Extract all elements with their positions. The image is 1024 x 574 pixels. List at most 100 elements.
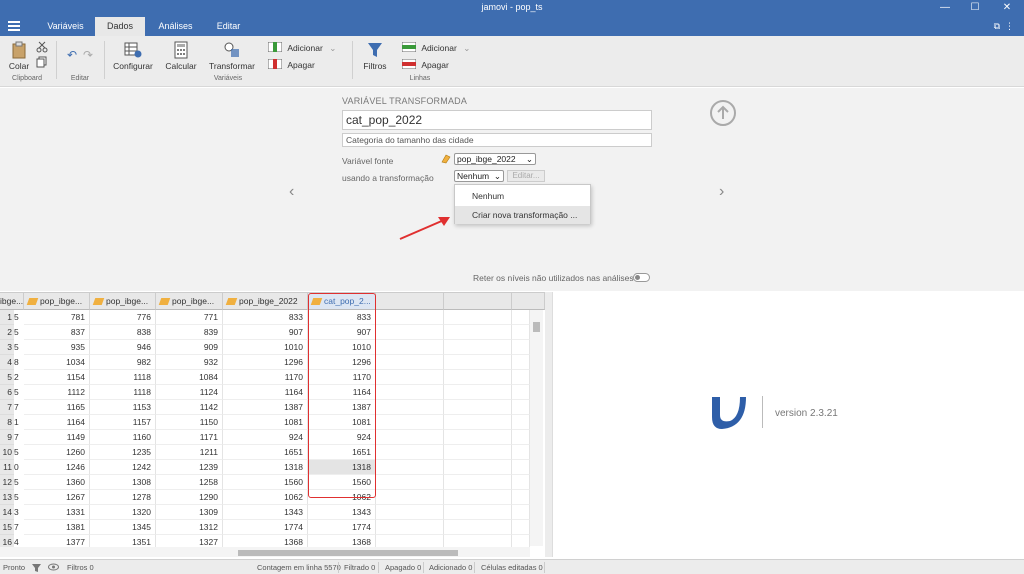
table-cell[interactable]: 837 — [24, 325, 90, 340]
empty-cell[interactable] — [512, 355, 530, 370]
empty-cell[interactable] — [444, 370, 512, 385]
table-cell[interactable]: 1343 — [223, 505, 308, 520]
empty-cell[interactable] — [512, 385, 530, 400]
table-cell[interactable]: 1278 — [90, 490, 156, 505]
table-cell[interactable]: 1309 — [156, 505, 223, 520]
table-cell[interactable]: 1560 — [308, 475, 376, 490]
empty-cell[interactable] — [512, 415, 530, 430]
row-number[interactable]: 7 — [0, 400, 14, 415]
table-cell[interactable]: 1062 — [223, 490, 308, 505]
table-cell[interactable]: 1112 — [24, 385, 90, 400]
table-cell[interactable]: 5 — [14, 340, 22, 355]
collapse-setup-button[interactable] — [710, 100, 736, 126]
table-cell[interactable]: 907 — [223, 325, 308, 340]
table-cell[interactable]: 1164 — [223, 385, 308, 400]
table-cell[interactable]: 838 — [90, 325, 156, 340]
row-number[interactable]: 8 — [0, 415, 14, 430]
table-cell[interactable]: 1010 — [223, 340, 308, 355]
table-cell[interactable]: 1774 — [223, 520, 308, 535]
table-cell[interactable]: 1153 — [90, 400, 156, 415]
row-number[interactable]: 1 — [0, 310, 14, 325]
table-cell[interactable]: 1160 — [90, 430, 156, 445]
table-cell[interactable]: 982 — [90, 355, 156, 370]
empty-cell[interactable] — [512, 460, 530, 475]
empty-cell[interactable] — [376, 460, 444, 475]
table-cell[interactable]: 1171 — [156, 430, 223, 445]
empty-cell[interactable] — [376, 310, 444, 325]
table-cell[interactable]: 1308 — [90, 475, 156, 490]
empty-cell[interactable] — [376, 490, 444, 505]
table-cell[interactable]: 781 — [24, 310, 90, 325]
empty-cell[interactable] — [512, 430, 530, 445]
table-cell[interactable]: 1211 — [156, 445, 223, 460]
scrollbar-thumb[interactable] — [533, 322, 540, 332]
empty-cell[interactable] — [444, 355, 512, 370]
column-header[interactable]: pop_ibge... — [90, 293, 156, 310]
empty-cell[interactable] — [512, 370, 530, 385]
column-header-empty[interactable] — [512, 293, 545, 310]
undo-button[interactable]: ↶ — [66, 48, 78, 62]
table-cell[interactable]: 776 — [90, 310, 156, 325]
table-cell[interactable]: 1343 — [308, 505, 376, 520]
table-cell[interactable]: 1118 — [90, 370, 156, 385]
table-cell[interactable]: 1258 — [156, 475, 223, 490]
table-cell[interactable]: 0 — [14, 460, 22, 475]
column-header[interactable]: pop_ibge... — [24, 293, 90, 310]
maximize-button[interactable]: ☐ — [960, 0, 990, 17]
horizontal-scrollbar[interactable] — [0, 547, 530, 557]
close-button[interactable]: ✕ — [992, 0, 1022, 17]
table-cell[interactable]: 1235 — [90, 445, 156, 460]
column-header-empty[interactable] — [376, 293, 444, 310]
empty-cell[interactable] — [376, 325, 444, 340]
empty-cell[interactable] — [376, 415, 444, 430]
empty-cell[interactable] — [512, 400, 530, 415]
table-cell[interactable]: 1387 — [308, 400, 376, 415]
column-header-empty[interactable] — [444, 293, 512, 310]
table-cell[interactable]: 1081 — [223, 415, 308, 430]
variable-name-input[interactable]: cat_pop_2022 — [342, 110, 652, 130]
dropdown-option-create-transform[interactable]: Criar nova transformação ... — [455, 206, 590, 224]
row-number[interactable]: 5 — [0, 370, 14, 385]
row-number[interactable]: 14 — [0, 505, 14, 520]
column-header[interactable]: pop_ibge_2022 — [223, 293, 308, 310]
table-cell[interactable]: 1164 — [24, 415, 90, 430]
minimize-button[interactable]: — — [930, 0, 960, 17]
table-cell[interactable]: 1331 — [24, 505, 90, 520]
tab-analises[interactable]: Análises — [148, 17, 203, 36]
table-cell[interactable]: 1387 — [223, 400, 308, 415]
tab-variaveis[interactable]: Variáveis — [38, 17, 93, 36]
table-cell[interactable]: 3 — [14, 505, 22, 520]
empty-cell[interactable] — [444, 415, 512, 430]
row-number[interactable]: 15 — [0, 520, 14, 535]
empty-cell[interactable] — [512, 475, 530, 490]
edit-transform-button[interactable]: Editar... — [507, 170, 545, 182]
empty-cell[interactable] — [376, 505, 444, 520]
table-cell[interactable]: 1246 — [24, 460, 90, 475]
empty-cell[interactable] — [376, 355, 444, 370]
table-cell[interactable]: 2 — [14, 370, 22, 385]
table-cell[interactable]: 1149 — [24, 430, 90, 445]
hamburger-menu-icon[interactable] — [8, 21, 20, 31]
table-cell[interactable]: 1170 — [308, 370, 376, 385]
dropdown-option-none[interactable]: Nenhum — [455, 187, 590, 205]
table-cell[interactable]: 924 — [308, 430, 376, 445]
table-cell[interactable]: 833 — [308, 310, 376, 325]
tab-editar[interactable]: Editar — [206, 17, 251, 36]
empty-cell[interactable] — [376, 445, 444, 460]
table-cell[interactable]: 1010 — [308, 340, 376, 355]
row-number[interactable]: 3 — [0, 340, 14, 355]
table-cell[interactable]: 1084 — [156, 370, 223, 385]
table-cell[interactable]: 1381 — [24, 520, 90, 535]
table-cell[interactable]: 1124 — [156, 385, 223, 400]
empty-cell[interactable] — [444, 340, 512, 355]
table-cell[interactable]: 1560 — [223, 475, 308, 490]
table-cell[interactable]: 1 — [14, 415, 22, 430]
table-cell[interactable]: 1239 — [156, 460, 223, 475]
table-cell[interactable]: 5 — [14, 325, 22, 340]
empty-cell[interactable] — [444, 430, 512, 445]
table-cell[interactable]: 907 — [308, 325, 376, 340]
delete-variable-button[interactable]: Apagar — [267, 58, 338, 70]
empty-cell[interactable] — [512, 325, 530, 340]
empty-cell[interactable] — [512, 310, 530, 325]
table-cell[interactable]: 7 — [14, 400, 22, 415]
